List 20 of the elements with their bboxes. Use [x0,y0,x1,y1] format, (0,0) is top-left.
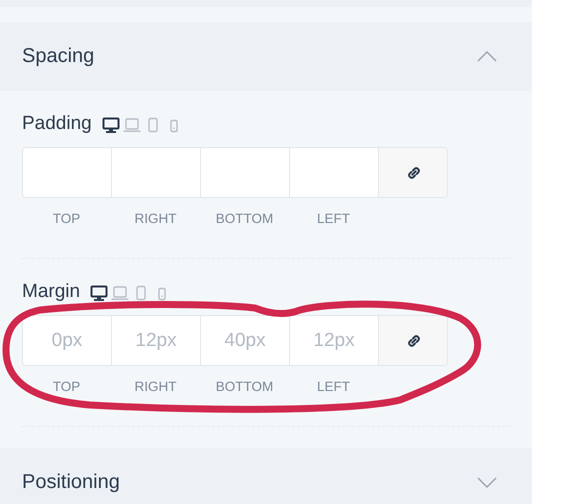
section-header[interactable]: Spacing [0,22,532,91]
field-label: Padding [22,113,92,135]
desktop-icon[interactable] [90,284,108,300]
link-button[interactable] [379,148,447,197]
side-label: BOTTOM [214,210,274,226]
side-label: RIGHT [134,210,178,226]
link-icon [406,332,422,348]
side-label: RIGHT [134,378,178,394]
spacing-input[interactable]: 0px [23,316,112,365]
link-icon [406,164,422,180]
spacing-input[interactable] [23,148,112,197]
link-button[interactable] [379,316,447,365]
side-label: TOP [52,378,82,394]
desktop-icon[interactable] [102,116,120,132]
side-label: TOP [52,210,82,226]
side-label: BOTTOM [214,378,274,394]
section-header[interactable]: Positioning [0,448,532,504]
side-label: LEFT [316,210,351,226]
side-label: LEFT [316,378,351,394]
field-label: Margin [22,281,80,303]
